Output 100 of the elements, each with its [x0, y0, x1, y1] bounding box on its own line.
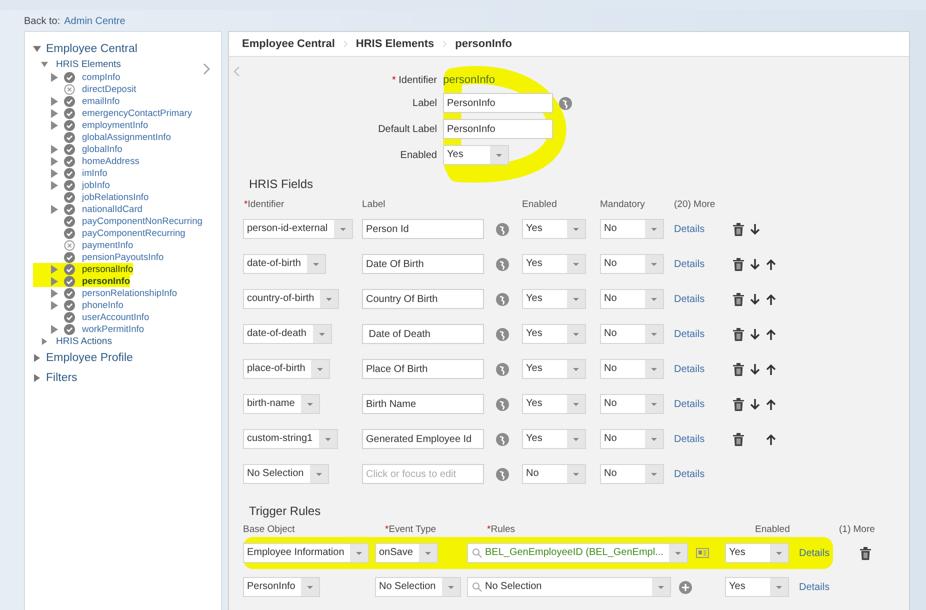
event-type-dropdown[interactable]: No Selection [375, 577, 461, 597]
enabled-dropdown[interactable]: Yes [443, 145, 509, 165]
expand-triangle-icon[interactable] [51, 264, 58, 274]
label-input[interactable]: Place Of Birth [362, 359, 484, 379]
tree-item[interactable]: directDeposit [82, 83, 136, 95]
arrow-down-icon[interactable] [750, 364, 760, 374]
collapse-triangle-icon[interactable] [41, 60, 48, 68]
arrow-up-icon[interactable] [766, 258, 776, 270]
base-object-dropdown[interactable]: PersonInfo [243, 577, 320, 597]
trash-icon[interactable] [732, 222, 744, 236]
rules-dropdown[interactable]: No Selection [467, 577, 671, 597]
identifier-dropdown[interactable]: date-of-death [243, 324, 332, 344]
arrow-down-icon[interactable] [750, 258, 760, 270]
details-link[interactable]: Details [674, 364, 705, 374]
tree-item[interactable]: globalInfo [82, 143, 122, 155]
enabled-dropdown[interactable]: Yes [725, 543, 789, 563]
details-link[interactable]: Details [674, 398, 705, 410]
breadcrumb-link[interactable]: Employee Central [242, 38, 335, 50]
enabled-dropdown[interactable]: Yes [522, 394, 586, 414]
chevron-right-icon[interactable] [203, 63, 211, 75]
add-icon[interactable] [679, 580, 692, 594]
label-input[interactable]: PersonInfo [443, 93, 553, 113]
mandatory-dropdown[interactable]: No [600, 359, 664, 379]
breadcrumb-link[interactable]: personInfo [455, 38, 512, 50]
mandatory-dropdown[interactable]: No [600, 394, 664, 414]
arrow-up-icon[interactable] [766, 294, 776, 304]
expand-triangle-icon[interactable] [51, 276, 58, 286]
details-link[interactable]: Details [674, 434, 705, 444]
arrow-up-icon[interactable] [766, 364, 776, 374]
expand-triangle-icon[interactable] [51, 108, 58, 118]
tree-item[interactable]: userAccountInfo [82, 311, 150, 323]
arrow-down-icon[interactable] [750, 224, 760, 234]
trash-icon[interactable] [860, 546, 871, 560]
enabled-dropdown[interactable]: Yes [522, 359, 586, 379]
globe-icon[interactable] [496, 432, 509, 446]
label-input[interactable]: Country Of Birth [362, 289, 484, 309]
tree-item[interactable]: employmentInfo [82, 119, 148, 131]
globe-icon[interactable] [496, 362, 509, 376]
enabled-dropdown[interactable]: Yes [522, 219, 586, 239]
expand-triangle-icon[interactable] [51, 180, 58, 190]
mandatory-dropdown[interactable]: No [600, 254, 664, 274]
expand-triangle-icon[interactable] [51, 120, 58, 130]
tree-item[interactable]: pensionPayoutsInfo [82, 251, 164, 263]
details-link[interactable]: Details [674, 328, 705, 340]
tree-item[interactable]: nationalIdCard [82, 203, 142, 215]
tree-item[interactable]: jobRelationsInfo [82, 191, 149, 203]
arrow-down-icon[interactable] [750, 294, 760, 304]
mandatory-dropdown[interactable]: No [600, 429, 664, 449]
expand-triangle-icon[interactable] [51, 144, 58, 154]
expand-triangle-icon[interactable] [51, 96, 58, 106]
tree-item[interactable]: payComponentNonRecurring [82, 215, 202, 227]
globe-icon[interactable] [496, 222, 509, 236]
enabled-dropdown[interactable]: No [522, 464, 586, 484]
details-link[interactable]: Details [674, 294, 705, 304]
breadcrumb-link[interactable]: HRIS Elements [356, 38, 434, 50]
tree-item[interactable]: paymentInfo [82, 239, 134, 251]
enabled-dropdown[interactable]: Yes [522, 429, 586, 449]
tree-group[interactable]: HRIS Actions [33, 335, 221, 347]
mandatory-dropdown[interactable]: No [600, 464, 664, 484]
arrow-down-icon[interactable] [750, 398, 760, 410]
expand-triangle-icon[interactable] [51, 168, 58, 178]
identifier-dropdown[interactable]: country-of-birth [243, 289, 340, 309]
label-input[interactable]: Date of Death [362, 324, 484, 344]
globe-icon[interactable] [496, 468, 509, 480]
section-header[interactable]: Filters [33, 369, 221, 387]
trash-icon[interactable] [732, 398, 744, 410]
tree-item[interactable]: workPermitInfo [82, 323, 144, 335]
card-icon[interactable] [696, 548, 710, 558]
expand-triangle-icon[interactable] [51, 72, 58, 82]
label-input[interactable]: Person Id [362, 219, 484, 239]
expand-triangle-icon[interactable] [51, 204, 58, 214]
label-input[interactable]: Date Of Birth [362, 254, 484, 274]
identifier-dropdown[interactable]: date-of-birth [243, 254, 326, 274]
identifier-dropdown[interactable]: place-of-birth [243, 359, 330, 379]
tree-item[interactable]: jobInfo [82, 179, 110, 191]
arrow-up-icon[interactable] [766, 328, 776, 340]
admin-centre-link[interactable]: Admin Centre [64, 16, 126, 27]
globe-icon[interactable] [496, 292, 509, 306]
globe-icon[interactable] [496, 258, 509, 270]
arrow-down-icon[interactable] [750, 328, 760, 340]
globe-icon[interactable] [559, 96, 572, 110]
label-input[interactable]: Birth Name [362, 394, 484, 414]
rules-dropdown[interactable]: BEL_GenEmployeeID (BEL_GenEmpl... [467, 543, 688, 563]
details-link[interactable]: Details [799, 582, 830, 592]
expand-triangle-icon[interactable] [33, 374, 41, 382]
expand-triangle-icon[interactable] [51, 288, 58, 298]
details-link[interactable]: Details [799, 548, 830, 558]
details-link[interactable]: Details [674, 258, 705, 270]
trash-icon[interactable] [732, 292, 744, 306]
enabled-dropdown[interactable]: Yes [725, 577, 789, 597]
default-label-input[interactable]: PersonInfo [443, 119, 553, 139]
enabled-dropdown[interactable]: Yes [522, 254, 586, 274]
details-link[interactable]: Details [674, 224, 705, 234]
tree-item[interactable]: payComponentRecurring [82, 227, 186, 239]
arrow-up-icon[interactable] [766, 398, 776, 410]
identifier-dropdown[interactable]: No Selection [243, 464, 329, 484]
globe-icon[interactable] [496, 328, 509, 340]
expand-triangle-icon[interactable] [41, 338, 48, 344]
expand-triangle-icon[interactable] [51, 324, 58, 334]
expand-triangle-icon[interactable] [51, 300, 58, 310]
